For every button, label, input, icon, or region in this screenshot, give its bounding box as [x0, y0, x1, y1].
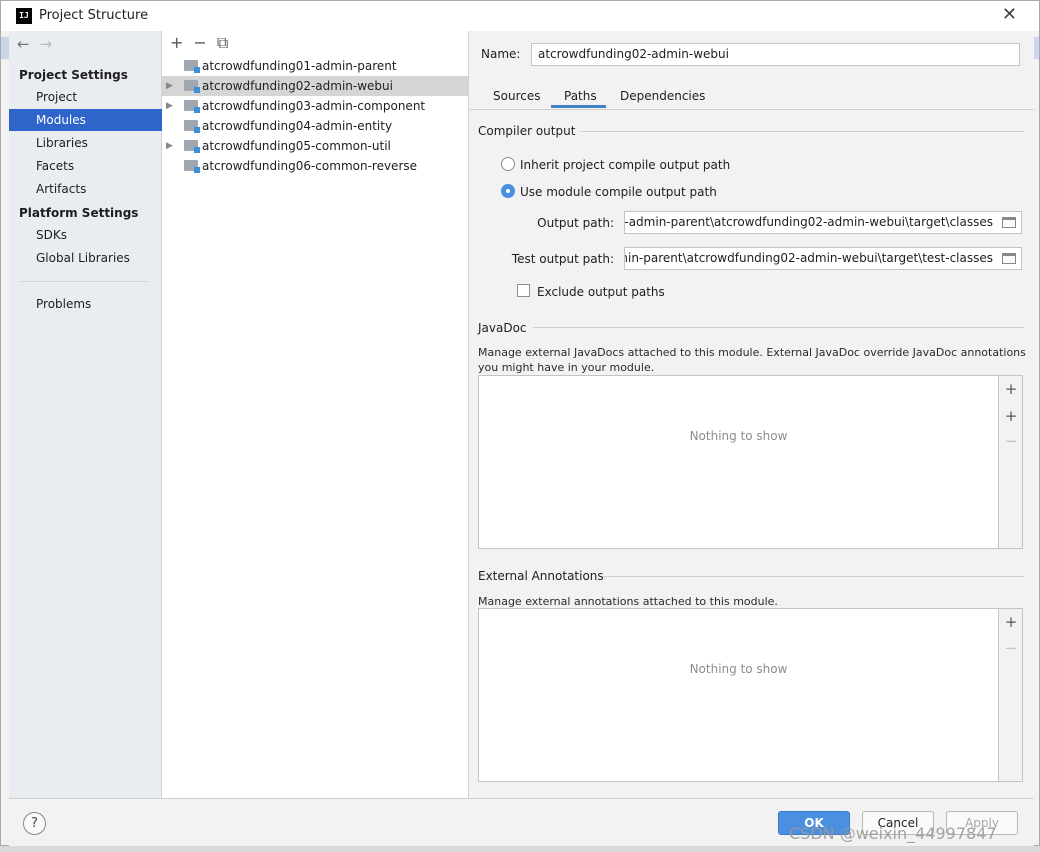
- group-divider: [580, 131, 1024, 132]
- external-annotations-title: External Annotations: [478, 569, 604, 583]
- group-divider: [603, 576, 1024, 577]
- back-arrow-icon[interactable]: ←: [17, 35, 30, 53]
- external-annotations-description: Manage external annotations attached to …: [478, 595, 778, 608]
- inherit-output-radio[interactable]: [501, 157, 515, 171]
- module-folder-icon: [184, 120, 200, 133]
- remove-module-icon[interactable]: −: [193, 33, 206, 52]
- tab-paths[interactable]: Paths: [564, 89, 597, 103]
- javadoc-description: Manage external JavaDocs attached to thi…: [478, 346, 1026, 374]
- project-structure-window: IJ Project Structure ✕ ← → Project Settin…: [0, 0, 1040, 846]
- sidebar-item-facets[interactable]: Facets: [9, 155, 162, 177]
- sidebar-item-project[interactable]: Project: [9, 86, 162, 108]
- javadoc-list[interactable]: Nothing to show: [478, 375, 999, 549]
- browse-folder-icon[interactable]: [1002, 253, 1016, 264]
- platform-settings-heading: Platform Settings: [19, 206, 139, 220]
- forward-arrow-icon[interactable]: →: [40, 35, 53, 53]
- sidebar-item-problems[interactable]: Problems: [9, 293, 162, 315]
- module-list-pane: + − ⧉ atcrowdfunding01-admin-parent ▶ atcr…: [162, 31, 469, 798]
- active-tab-indicator: [551, 105, 606, 108]
- browse-folder-icon[interactable]: [1002, 217, 1016, 228]
- module-detail-panel: Name: atcrowdfunding02-admin-webui Sourc…: [470, 31, 1034, 798]
- csdn-watermark: CSDN @weixin_44997847: [789, 824, 997, 843]
- external-annotations-list[interactable]: Nothing to show: [478, 608, 999, 782]
- sidebar-item-sdks[interactable]: SDKs: [9, 224, 162, 246]
- module-label: atcrowdfunding03-admin-component: [202, 99, 426, 113]
- module-toolbar: + − ⧉: [170, 33, 238, 53]
- output-path-label: Output path:: [537, 216, 614, 230]
- javadoc-title: JavaDoc: [478, 321, 527, 335]
- tab-dependencies[interactable]: Dependencies: [620, 89, 705, 103]
- module-folder-icon: [184, 80, 200, 93]
- output-path-value: l-admin-parent\atcrowdfunding02-admin-we…: [624, 215, 993, 229]
- module-folder-icon: [184, 100, 200, 113]
- module-label: atcrowdfunding01-admin-parent: [202, 59, 397, 73]
- group-divider: [533, 327, 1024, 328]
- module-item[interactable]: atcrowdfunding06-common-reverse: [162, 156, 468, 176]
- expand-arrow-icon[interactable]: ▶: [166, 76, 173, 96]
- add-javadoc-icon[interactable]: +: [999, 380, 1023, 398]
- title-bar: IJ Project Structure ✕: [1, 1, 1039, 31]
- sidebar-divider: [19, 281, 149, 282]
- module-item[interactable]: atcrowdfunding04-admin-entity: [162, 116, 468, 136]
- add-javadoc-url-icon[interactable]: +: [999, 407, 1023, 425]
- module-item[interactable]: ▶ atcrowdfunding03-admin-component: [162, 96, 468, 116]
- exclude-output-label: Exclude output paths: [537, 285, 665, 299]
- module-folder-icon: [184, 140, 200, 153]
- sidebar-item-libraries[interactable]: Libraries: [9, 132, 162, 154]
- module-item[interactable]: ▶ atcrowdfunding05-common-util: [162, 136, 468, 156]
- inherit-output-label: Inherit project compile output path: [520, 158, 731, 172]
- module-label: atcrowdfunding04-admin-entity: [202, 119, 393, 133]
- project-settings-heading: Project Settings: [19, 68, 128, 82]
- module-item[interactable]: ▶ atcrowdfunding02-admin-webui: [162, 76, 468, 96]
- module-folder-icon: [184, 60, 200, 73]
- help-button[interactable]: ?: [23, 812, 46, 835]
- output-path-input[interactable]: l-admin-parent\atcrowdfunding02-admin-we…: [624, 211, 1022, 234]
- add-module-icon[interactable]: +: [170, 33, 183, 52]
- test-output-path-input[interactable]: min-parent\atcrowdfunding02-admin-webui\…: [624, 247, 1022, 270]
- compiler-output-title: Compiler output: [478, 124, 576, 138]
- remove-javadoc-icon[interactable]: −: [999, 432, 1023, 450]
- name-label: Name:: [481, 47, 521, 61]
- use-module-output-radio[interactable]: [501, 184, 515, 198]
- module-label: atcrowdfunding05-common-util: [202, 139, 391, 153]
- settings-sidebar: ← → Project Settings Project Modules Libr…: [9, 31, 162, 798]
- sidebar-item-artifacts[interactable]: Artifacts: [9, 178, 162, 200]
- add-annotation-icon[interactable]: +: [999, 613, 1023, 631]
- external-annotations-toolbar: + −: [999, 608, 1023, 782]
- intellij-app-icon: IJ: [16, 8, 32, 24]
- copy-module-icon[interactable]: ⧉: [217, 33, 228, 52]
- javadoc-empty-text: Nothing to show: [689, 429, 788, 443]
- expand-arrow-icon[interactable]: ▶: [166, 96, 173, 116]
- module-folder-icon: [184, 160, 200, 173]
- window-title: Project Structure: [39, 8, 149, 23]
- test-output-path-label: Test output path:: [511, 252, 614, 266]
- module-label: atcrowdfunding02-admin-webui: [202, 79, 393, 93]
- module-item[interactable]: atcrowdfunding01-admin-parent: [162, 56, 468, 76]
- test-output-path-value: min-parent\atcrowdfunding02-admin-webui\…: [624, 251, 993, 265]
- sidebar-item-modules[interactable]: Modules: [9, 109, 162, 131]
- background-strip: [1, 37, 9, 59]
- exclude-output-checkbox[interactable]: [517, 284, 530, 297]
- module-label: atcrowdfunding06-common-reverse: [202, 159, 418, 173]
- javadoc-list-toolbar: + + −: [999, 375, 1023, 549]
- sidebar-item-global-libraries[interactable]: Global Libraries: [9, 247, 162, 269]
- remove-annotation-icon[interactable]: −: [999, 639, 1023, 657]
- external-annotations-empty-text: Nothing to show: [689, 662, 788, 676]
- tab-sources[interactable]: Sources: [493, 89, 540, 103]
- use-module-output-label: Use module compile output path: [520, 185, 717, 199]
- close-icon[interactable]: ✕: [1002, 5, 1017, 25]
- tab-divider: [470, 109, 1034, 110]
- nav-arrows: ← →: [17, 35, 62, 53]
- module-name-input[interactable]: atcrowdfunding02-admin-webui: [531, 43, 1020, 66]
- expand-arrow-icon[interactable]: ▶: [166, 136, 173, 156]
